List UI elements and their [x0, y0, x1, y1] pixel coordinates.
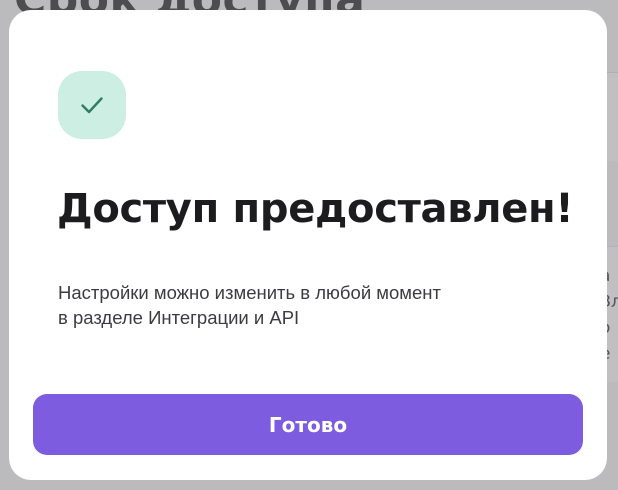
- dialog-description: Настройки можно изменить в любой момент …: [58, 280, 528, 330]
- dialog-description-line: в разделе Интеграции и API: [58, 307, 300, 328]
- check-icon: [81, 97, 103, 114]
- success-badge: [58, 71, 126, 139]
- dialog-title: Доступ предоставлен!: [57, 186, 574, 232]
- access-granted-dialog: Доступ предоставлен! Настройки можно изм…: [9, 10, 607, 480]
- dialog-description-line: Настройки можно изменить в любой момент: [58, 282, 441, 303]
- done-button[interactable]: Готово: [33, 394, 583, 455]
